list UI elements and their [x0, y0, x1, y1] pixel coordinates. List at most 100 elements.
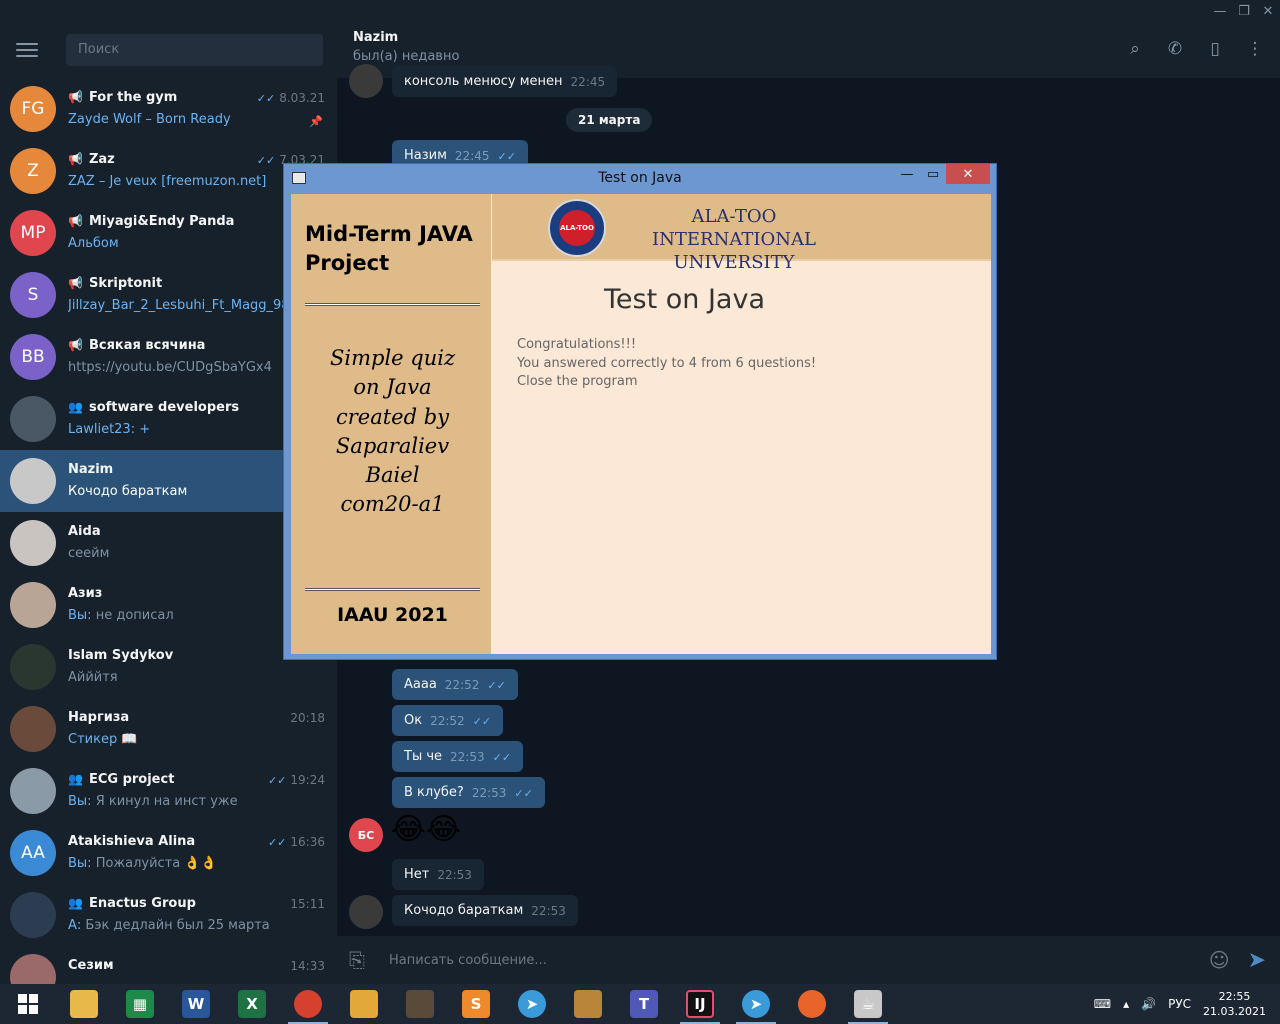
volume-icon[interactable]: 🔊 — [1141, 997, 1156, 1011]
footer-label: IAAU 2021 — [337, 604, 448, 626]
read-checks-icon: ✓✓ — [497, 150, 516, 163]
avatar[interactable] — [10, 396, 56, 442]
chat-list-item[interactable]: 👥 Enactus Group А: Бэк дедлайн был 25 март… — [0, 884, 337, 946]
chat-time: 15:11 — [290, 897, 325, 911]
result-text: Congratulations!!! You answered correctl… — [517, 337, 817, 390]
app-icon[interactable] — [336, 984, 392, 1024]
language-indicator[interactable]: РУС — [1168, 997, 1191, 1011]
avatar[interactable] — [10, 582, 56, 628]
word-icon[interactable]: W — [168, 984, 224, 1024]
intellij-icon[interactable]: IJ — [672, 984, 728, 1024]
university-seal: ALA-TOO — [548, 199, 606, 257]
chat-preview: Вы: Я кинул на инст уже — [68, 794, 238, 809]
read-checks-icon: ✓✓ — [256, 153, 276, 167]
start-button[interactable] — [0, 984, 56, 1024]
app-titlebar: — ❐ ✕ — [0, 0, 1280, 22]
message-input[interactable]: Написать сообщение... — [389, 953, 1209, 968]
minimize-icon[interactable]: — — [1208, 0, 1232, 22]
chat-preview: Zayde Wolf – Born Ready — [68, 112, 231, 127]
clock[interactable]: 22:55 21.03.2021 — [1203, 989, 1266, 1019]
restore-icon[interactable]: ❐ — [1232, 0, 1256, 22]
university-header: ALA-TOO ALA-TOO INTERNATIONAL UNIVERSITY — [492, 194, 991, 273]
read-checks-icon: ✓✓ — [256, 91, 276, 105]
sender-avatar[interactable]: БС — [349, 818, 383, 852]
send-icon[interactable]: ➤ — [1248, 948, 1266, 973]
chat-type-icon: 📢 — [68, 276, 83, 290]
avatar[interactable] — [349, 895, 383, 929]
hearthstone-icon[interactable] — [560, 984, 616, 1024]
chrome-icon[interactable] — [280, 984, 336, 1024]
telegram-icon[interactable]: ➤ — [728, 984, 784, 1024]
excel-taskbar-icon[interactable]: ▦ — [112, 984, 168, 1024]
message-bubble[interactable]: Аааа 22:52 ✓✓ — [392, 669, 518, 700]
avatar[interactable] — [10, 706, 56, 752]
avatar[interactable]: BB — [10, 334, 56, 380]
message-bubble[interactable]: Нет 22:53 — [392, 859, 484, 890]
attach-icon[interactable]: ⎘ — [349, 948, 373, 972]
avatar[interactable]: Z — [10, 148, 56, 194]
maximize-icon[interactable]: ▭ — [920, 164, 946, 184]
more-icon[interactable]: ⋮ — [1244, 36, 1266, 62]
sidebar-toggle-icon[interactable]: ▯ — [1204, 36, 1226, 62]
divider — [305, 303, 480, 306]
test-title: Test on Java — [604, 284, 765, 315]
game-icon[interactable] — [392, 984, 448, 1024]
read-checks-icon: ✓✓ — [514, 787, 533, 800]
chat-list-item[interactable]: 👥 ECG project Вы: Я кинул на инст уже ✓✓ 19:… — [0, 760, 337, 822]
search-input[interactable]: Поиск — [66, 34, 323, 66]
message-bubble[interactable]: Кочодо бараткам 22:53 — [392, 895, 578, 926]
teams-icon[interactable]: T — [616, 984, 672, 1024]
java-window-title: Test on Java — [598, 170, 682, 186]
avatar[interactable] — [10, 458, 56, 504]
firefox-icon[interactable] — [784, 984, 840, 1024]
chat-name: Наргиза — [68, 709, 130, 725]
chat-list-item[interactable]: AA Atakishieva Alina Вы: Пожалуйста 👌👌 ✓✓ 16… — [0, 822, 337, 884]
read-checks-icon: ✓✓ — [492, 751, 512, 764]
avatar[interactable]: AA — [10, 830, 56, 876]
avatar[interactable] — [349, 64, 383, 98]
emoji-icon[interactable]: ☺ — [1209, 948, 1230, 972]
message-bubble[interactable]: Ок 22:52 ✓✓ — [392, 705, 504, 736]
menu-icon[interactable] — [16, 43, 38, 57]
avatar[interactable] — [10, 520, 56, 566]
date-separator: 21 марта — [566, 108, 653, 132]
chat-name: Сезим — [68, 957, 114, 973]
java-window: Test on Java — ▭ ✕ Mid-Term JAVA Project… — [283, 163, 997, 660]
divider — [305, 588, 480, 591]
chevron-up-icon[interactable]: ▴ — [1123, 997, 1129, 1011]
emoji-message[interactable]: 😂😂 — [391, 812, 461, 847]
chat-time: ✓✓ 8.03.21 — [256, 91, 325, 105]
chat-type-icon: 📢 — [68, 90, 83, 104]
chat-preview: Айййтя — [68, 670, 118, 685]
keyboard-icon[interactable]: ⌨ — [1094, 997, 1111, 1011]
chat-time: 14:33 — [290, 959, 325, 973]
message-bubble[interactable]: Ты че 22:53 ✓✓ — [392, 741, 524, 772]
avatar[interactable] — [10, 768, 56, 814]
search-icon[interactable]: ⌕ — [1124, 36, 1146, 62]
composer: ⎘ Написать сообщение... ☺ ➤ — [337, 936, 1280, 984]
avatar[interactable] — [10, 892, 56, 938]
chat-list-item[interactable]: Наргиза Стикер 📖 20:18 — [0, 698, 337, 760]
avatar[interactable]: S — [10, 272, 56, 318]
message-bubble[interactable]: В клубе? 22:53 ✓✓ — [392, 777, 545, 808]
avatar[interactable]: MP — [10, 210, 56, 256]
chat-type-icon: 👥 — [68, 400, 83, 414]
sublime-icon[interactable]: S — [448, 984, 504, 1024]
close-icon[interactable]: ✕ — [946, 164, 990, 184]
java-titlebar[interactable]: Test on Java — ▭ ✕ — [284, 164, 996, 192]
avatar[interactable] — [10, 644, 56, 690]
telegram-taskbar-icon[interactable]: ➤ — [504, 984, 560, 1024]
chat-list-item[interactable]: FG 📢 For the gym Zayde Wolf – Born Ready ✓✓ 8… — [0, 78, 337, 140]
close-icon[interactable]: ✕ — [1256, 0, 1280, 22]
minimize-icon[interactable]: — — [894, 164, 920, 184]
avatar[interactable]: FG — [10, 86, 56, 132]
chat-type-icon: 📢 — [68, 152, 83, 166]
read-checks-icon: ✓✓ — [267, 773, 287, 787]
java-taskbar-icon[interactable]: ☕ — [840, 984, 896, 1024]
explorer-icon[interactable] — [56, 984, 112, 1024]
excel-icon[interactable]: X — [224, 984, 280, 1024]
message-bubble[interactable]: консоль менюсу менен 22:45 — [392, 66, 618, 97]
phone-icon[interactable]: ✆ — [1164, 36, 1186, 62]
chat-time: ✓✓ 19:24 — [267, 773, 325, 787]
java-content: Mid-Term JAVA Project Simple quiz on Jav… — [291, 194, 991, 654]
